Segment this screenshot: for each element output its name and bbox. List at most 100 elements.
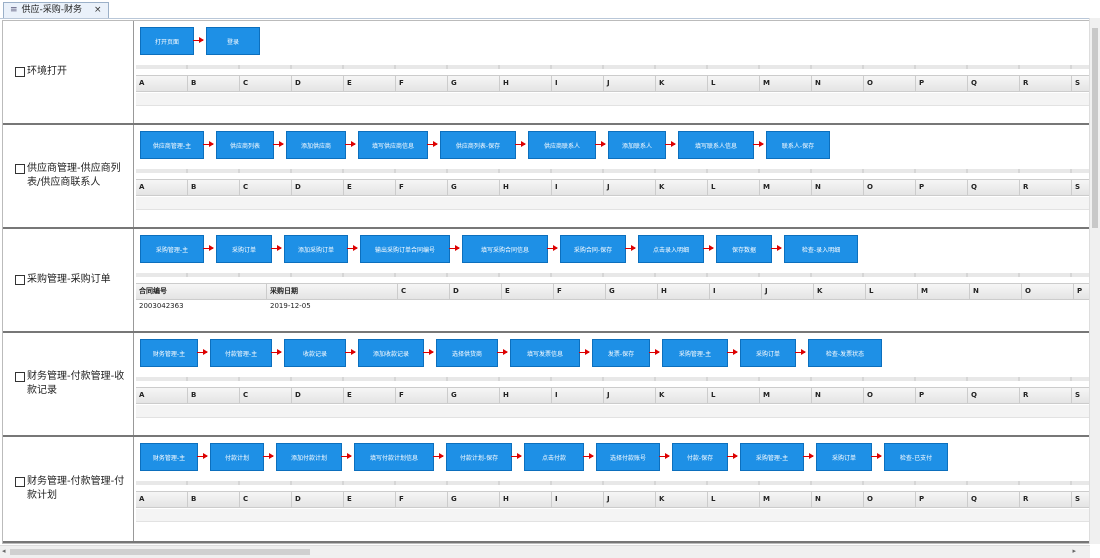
flow-step[interactable]: 发票-保存 [592, 339, 650, 367]
horizontal-scroll-thumb[interactable] [10, 549, 310, 555]
flow-step[interactable]: 检查-录入明细 [784, 235, 858, 263]
grid-column-letter: H [500, 76, 552, 91]
flow-step[interactable]: 填写采购合同信息 [462, 235, 548, 263]
grid-column-letter: N [812, 76, 864, 91]
flow-step[interactable]: 检查-发票状态 [808, 339, 882, 367]
flow-step[interactable]: 添加供应商 [286, 131, 346, 159]
flow-step[interactable]: 财务管理-主 [140, 339, 198, 367]
grid-column-letter: F [396, 180, 448, 195]
flow-arrow [345, 349, 356, 355]
flow-step[interactable]: 输出采购订单合同编号 [360, 235, 450, 263]
flow-step[interactable]: 添加收款记录 [358, 339, 424, 367]
grid-column-letter: M [760, 492, 812, 507]
flow-step[interactable]: 填写付款计划信息 [354, 443, 434, 471]
grid-cell[interactable]: 2019-12-05 [267, 299, 398, 313]
flow-step[interactable]: 供应商管理-主 [140, 131, 204, 159]
flow-step[interactable]: 点击付款 [524, 443, 584, 471]
flow-step[interactable]: 采购合同-保存 [560, 235, 626, 263]
flow-step[interactable]: 付款-保存 [672, 443, 728, 471]
data-grid: ABCDEFGHIJKLMNOPQRS [136, 65, 1089, 123]
flow-step[interactable]: 采购管理-主 [662, 339, 728, 367]
grid-cell[interactable]: 2003042363 [136, 299, 267, 313]
flow-step[interactable]: 填写发票信息 [510, 339, 580, 367]
flow-step[interactable]: 保存数据 [716, 235, 772, 263]
scenario-checkbox-label[interactable]: 采购管理-采购订单 [15, 273, 131, 287]
flow-step[interactable]: 检查-已支付 [884, 443, 948, 471]
scroll-right-icon[interactable]: ▸ [1072, 547, 1076, 555]
flow-step[interactable]: 采购订单 [216, 235, 272, 263]
tab-supply-purchase-finance[interactable]: ≡ 供应-采购-财务 × [3, 2, 109, 18]
close-icon[interactable]: × [94, 3, 102, 18]
flow-step[interactable]: 采购管理-主 [740, 443, 804, 471]
grid-column-header: ABCDEFGHIJKLMNOPQRS [136, 491, 1089, 508]
flow-step[interactable]: 填写供应商信息 [358, 131, 428, 159]
grid-column-letter: S [1072, 492, 1089, 507]
flow-arrow [203, 245, 214, 251]
scroll-left-icon[interactable]: ◂ [2, 547, 6, 555]
grid-column-letter: N [970, 284, 1022, 299]
flow-step[interactable]: 添加付款计划 [276, 443, 342, 471]
flow-step[interactable]: 选择付款账号 [596, 443, 660, 471]
flow-arrow [595, 141, 606, 147]
scenario-checkbox-label[interactable]: 财务管理-付款管理-收款记录 [15, 370, 131, 398]
flow-step[interactable]: 点击录入明细 [638, 235, 704, 263]
horizontal-scrollbar[interactable]: ◂ ▸ [0, 545, 1090, 558]
grid-column-letter: L [866, 284, 918, 299]
grid-column-header: ABCDEFGHIJKLMNOPQRS [136, 75, 1089, 92]
grid-empty-row [136, 509, 1089, 522]
flow-step[interactable]: 联系人-保存 [766, 131, 830, 159]
grid-column-letter: F [396, 492, 448, 507]
scenario-checkbox[interactable] [15, 372, 25, 382]
tab-label: 供应-采购-财务 [21, 5, 83, 15]
grid-column-header: ABCDEFGHIJKLMNOPQRS [136, 387, 1089, 404]
scenario-checkbox-label[interactable]: 环境打开 [15, 65, 131, 79]
scenario-checkbox[interactable] [15, 275, 25, 285]
scenario-checkbox[interactable] [15, 67, 25, 77]
flow-step[interactable]: 收款记录 [284, 339, 346, 367]
data-grid: ABCDEFGHIJKLMNOPQRS [136, 169, 1089, 227]
grid-column-header: ABCDEFGHIJKLMNOPQRS [136, 179, 1089, 196]
flow-step[interactable]: 添加联系人 [608, 131, 666, 159]
scenario-row: 采购管理-采购订单 采购管理-主 采购订单 添加采购订单 输出采购订单合同编号 填写采购合… [3, 229, 1089, 333]
flow-step[interactable]: 付款管理-主 [210, 339, 272, 367]
flow-step[interactable]: 供应商列表-保存 [440, 131, 516, 159]
flow-step[interactable]: 选择供货商 [436, 339, 498, 367]
grid-column-letter: G [448, 388, 500, 403]
flow-step[interactable]: 添加采购订单 [284, 235, 348, 263]
scenario-checkbox[interactable] [15, 164, 25, 174]
scenario-checkbox-label[interactable]: 供应商管理-供应商列表/供应商联系人 [15, 162, 131, 190]
grid-empty-row [136, 93, 1089, 106]
flow-step[interactable]: 付款计划-保存 [446, 443, 512, 471]
flow-arrow [727, 349, 738, 355]
grid-column-letter: M [760, 388, 812, 403]
grid-column-letter: P [916, 388, 968, 403]
flow-step[interactable]: 采购订单 [816, 443, 872, 471]
grid-column-letter: N [812, 388, 864, 403]
vertical-scrollbar[interactable] [1089, 18, 1100, 544]
flow-arrow [347, 245, 358, 251]
flow-step[interactable]: 采购订单 [740, 339, 796, 367]
grid-column-letter: M [760, 76, 812, 91]
grid-column-letter: R [1020, 492, 1072, 507]
scenario-checkbox-label[interactable]: 财务管理-付款管理-付款计划 [15, 475, 131, 503]
vertical-scroll-thumb[interactable] [1092, 28, 1098, 228]
flow-step[interactable]: 采购管理-主 [140, 235, 204, 263]
scenario-checkbox[interactable] [15, 477, 25, 487]
flow-step[interactable]: 填写联系人信息 [678, 131, 754, 159]
scenario-row: 环境打开 打开页面 登录 A B C D E F G H I J K L M N O P Q R S [3, 21, 1089, 125]
scenario-label-cell: 财务管理-付款管理-收款记录 [3, 333, 134, 435]
grid-column-letter: I [710, 284, 762, 299]
grid-column-letter: I [552, 76, 604, 91]
flow-step[interactable]: 付款计划 [210, 443, 264, 471]
flow-step[interactable]: 登录 [206, 27, 260, 55]
flow-step[interactable]: 打开页面 [140, 27, 194, 55]
grid-column-letter: M [918, 284, 970, 299]
flow-step[interactable]: 供应商列表 [216, 131, 274, 159]
grid-data-row: 2003042363 2019-12-05 [136, 299, 1089, 313]
grid-ruler [136, 169, 1089, 173]
flow-arrow [795, 349, 806, 355]
flow-step[interactable]: 供应商联系人 [528, 131, 596, 159]
grid-empty-row [136, 405, 1089, 418]
grid-column-letter: H [500, 180, 552, 195]
flow-step[interactable]: 财务管理-主 [140, 443, 198, 471]
